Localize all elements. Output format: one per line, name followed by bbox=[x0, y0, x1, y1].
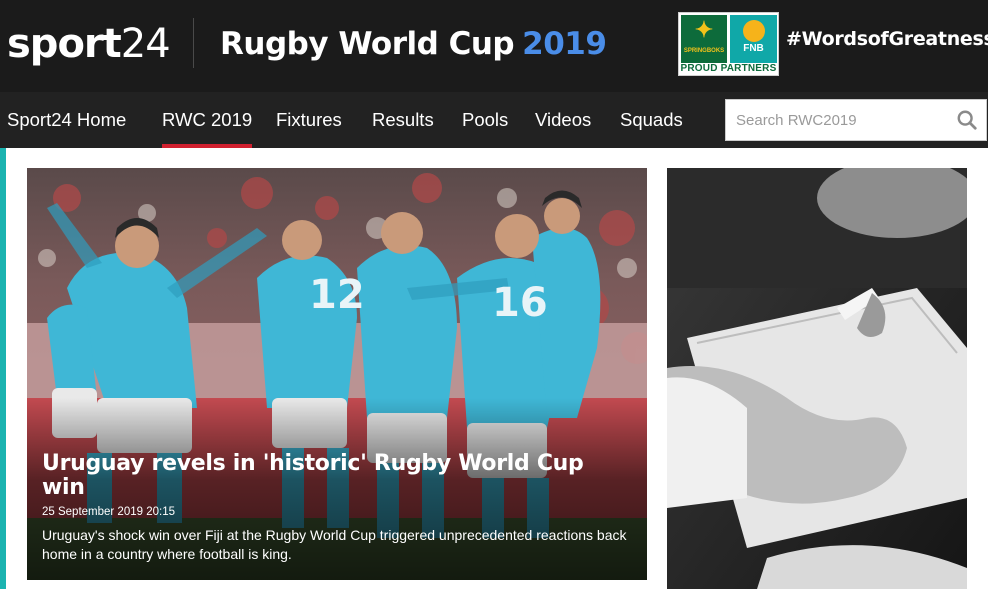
nav-item-results[interactable]: Results bbox=[372, 92, 434, 148]
partner-caption: PROUD PARTNERS bbox=[680, 63, 777, 74]
section-title-year: 2019 bbox=[522, 26, 607, 62]
hero-article-card[interactable]: 12 16 Uruguay revels in 'historic' Rugby… bbox=[27, 168, 647, 580]
nav-item-videos[interactable]: Videos bbox=[535, 92, 591, 148]
hero-article-summary: Uruguay's shock win over Fiji at the Rug… bbox=[42, 527, 627, 562]
section-title[interactable]: Rugby World Cup 2019 bbox=[220, 22, 607, 66]
page: sport 24 Rugby World Cup 2019 ✦ SPRINGBOK… bbox=[0, 0, 988, 589]
left-accent-bar bbox=[0, 148, 6, 589]
nav-item-squads[interactable]: Squads bbox=[620, 92, 683, 148]
springboks-logo: ✦ SPRINGBOKS bbox=[681, 15, 727, 63]
hero-article-title[interactable]: Uruguay revels in 'historic' Rugby World… bbox=[42, 452, 632, 500]
hand-writing-on-notepad-photo bbox=[667, 168, 967, 589]
nav-item-rwc-2019[interactable]: RWC 2019 bbox=[162, 92, 253, 148]
search-icon[interactable] bbox=[956, 109, 978, 131]
logo-number: 24 bbox=[120, 21, 171, 67]
section-title-text: Rugby World Cup bbox=[220, 26, 515, 62]
nav-item-fixtures[interactable]: Fixtures bbox=[276, 92, 342, 148]
main-nav: Sport24 Home RWC 2019 Fixtures Results P… bbox=[0, 92, 988, 148]
jersey-number-12: 12 bbox=[309, 272, 365, 318]
side-article-card[interactable] bbox=[667, 168, 967, 589]
jersey-number-16: 16 bbox=[492, 280, 548, 326]
search-input[interactable] bbox=[726, 100, 946, 140]
hero-article-date: 25 September 2019 20:15 bbox=[42, 506, 175, 518]
nav-item-pools[interactable]: Pools bbox=[462, 92, 508, 148]
campaign-hashtag[interactable]: #WordsofGreatness bbox=[786, 28, 988, 50]
sport24-logo[interactable]: sport 24 bbox=[7, 14, 171, 74]
header-divider bbox=[193, 18, 194, 68]
springboks-logo-text: SPRINGBOKS bbox=[683, 48, 725, 54]
fnb-logo-text: FNB bbox=[743, 43, 764, 54]
nav-item-sport24-home[interactable]: Sport24 Home bbox=[7, 92, 126, 148]
logo-word: sport bbox=[7, 21, 122, 67]
search-box bbox=[725, 99, 987, 141]
top-header: sport 24 Rugby World Cup 2019 ✦ SPRINGBOK… bbox=[0, 0, 988, 92]
proud-partners-badge[interactable]: ✦ SPRINGBOKS FNB PROUD PARTNERS bbox=[678, 12, 779, 76]
springbok-emblem-icon: ✦ bbox=[694, 17, 714, 42]
fnb-tree-icon bbox=[742, 20, 765, 42]
fnb-logo: FNB bbox=[730, 15, 777, 63]
